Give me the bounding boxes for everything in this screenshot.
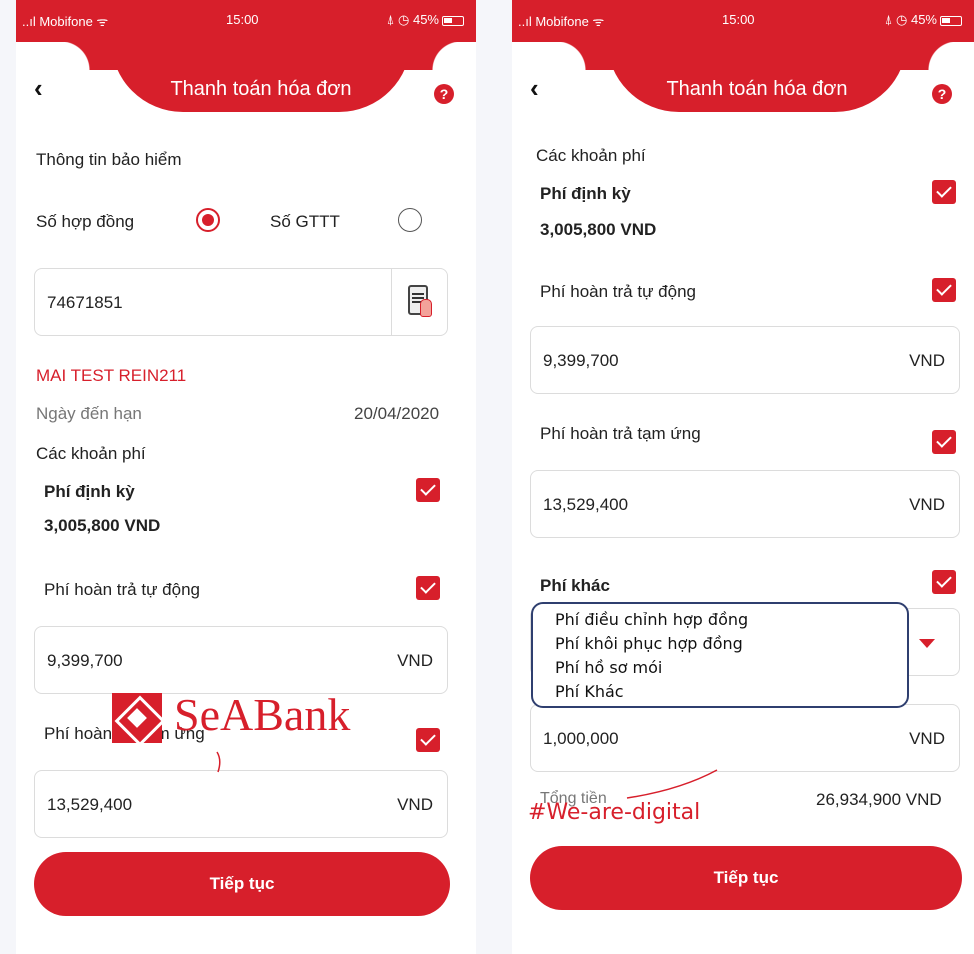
help-icon[interactable]: ? [434, 84, 454, 104]
other-fee-checkbox[interactable] [932, 570, 956, 594]
auto-refund-value: 9,399,700 [47, 651, 123, 670]
scan-contract-icon[interactable] [391, 269, 447, 335]
battery-icon [442, 15, 464, 26]
chevron-down-icon[interactable] [919, 639, 935, 648]
total-value: 26,934,900 VND [816, 790, 942, 809]
radio-gttt-label: Số GTTT [270, 212, 340, 231]
section-title: Thông tin bảo hiểm [36, 150, 182, 169]
currency-label: VND [909, 495, 945, 514]
option-contract-restore[interactable]: Phí khôi phục hợp đồng [555, 634, 743, 653]
advance-refund-value: 13,529,400 [543, 495, 629, 514]
phone-screen-left: ..ıl Mobifone ᯤ 15:00 ⍋ ◷ 45% Thanh toán… [16, 0, 476, 954]
contract-number-value: 74671851 [47, 293, 123, 312]
periodic-fee-label: Phí định kỳ [540, 184, 631, 203]
currency-label: VND [909, 729, 945, 748]
advance-refund-field[interactable]: 13,529,400 VND [34, 770, 448, 838]
page-title: Thanh toán hóa đơn [61, 40, 461, 112]
auto-refund-checkbox[interactable] [416, 576, 440, 600]
carrier-label: ..ıl Mobifone ᯤ [22, 14, 109, 29]
radio-contract-label: Số hợp đồng [36, 212, 135, 231]
advance-refund-checkbox[interactable] [416, 728, 440, 752]
other-fee-options-list: Phí điều chỉnh hợp đồng Phí khôi phục hợ… [531, 602, 909, 708]
option-new-file[interactable]: Phí hồ sơ mói [555, 658, 662, 677]
auto-refund-field[interactable]: 9,399,700 VND [530, 326, 960, 394]
radio-contract[interactable] [196, 208, 220, 232]
periodic-fee-value: 3,005,800 VND [540, 220, 657, 239]
carrier-label: ..ıl Mobifone ᯤ [518, 14, 605, 29]
due-date-label: Ngày đến hạn [36, 404, 142, 423]
auto-refund-value: 9,399,700 [543, 351, 619, 370]
seabank-wordmark: SeABank [174, 689, 351, 740]
advance-refund-checkbox[interactable] [932, 430, 956, 454]
battery-percent: ⍋ ◷ 45% [884, 12, 937, 27]
status-bar: ..ıl Mobifone ᯤ 15:00 ⍋ ◷ 45% [16, 0, 476, 42]
auto-refund-checkbox[interactable] [932, 278, 956, 302]
customer-name: MAI TEST REIN211 [36, 366, 187, 385]
seabank-logo: SeABank [112, 688, 382, 748]
back-button[interactable]: ‹ [530, 75, 554, 102]
page-title: Thanh toán hóa đơn [557, 40, 957, 112]
continue-button[interactable]: Tiếp tục [34, 852, 450, 916]
auto-refund-label: Phí hoàn trả tự động [540, 282, 696, 301]
currency-label: VND [397, 795, 433, 814]
periodic-fee-checkbox[interactable] [416, 478, 440, 502]
auto-refund-label: Phí hoàn trả tự động [44, 580, 200, 599]
other-fee-amount-field[interactable]: 1,000,000 VND [530, 704, 960, 772]
fees-label: Các khoản phí [536, 146, 646, 165]
status-icons: ⍋ ◷ 45% [885, 12, 962, 28]
other-fee-value: 1,000,000 [543, 729, 619, 748]
continue-button[interactable]: Tiếp tục [530, 846, 962, 910]
status-bar: ..ıl Mobifone ᯤ 15:00 ⍋ ◷ 45% [512, 0, 974, 42]
option-contract-adjustment[interactable]: Phí điều chỉnh hợp đồng [555, 610, 748, 629]
periodic-fee-value: 3,005,800 VND [44, 516, 161, 535]
back-button[interactable]: ‹ [34, 75, 58, 102]
radio-gttt[interactable] [398, 208, 422, 232]
advance-refund-value: 13,529,400 [47, 795, 133, 814]
help-icon[interactable]: ? [932, 84, 952, 104]
clock: 15:00 [722, 12, 755, 27]
periodic-fee-checkbox[interactable] [932, 180, 956, 204]
due-date-value: 20/04/2020 [354, 404, 440, 423]
option-other-fee[interactable]: Phí Khác [555, 682, 624, 701]
fees-label: Các khoản phí [36, 444, 146, 463]
clock: 15:00 [226, 12, 259, 27]
other-fee-label: Phí khác [540, 576, 610, 595]
periodic-fee-label: Phí định kỳ [44, 482, 135, 501]
advance-refund-label: Phí hoàn trả tạm ứng [540, 424, 701, 443]
battery-icon [940, 15, 962, 26]
hashtag-text: #We-are-digital [528, 800, 701, 825]
currency-label: VND [397, 651, 433, 670]
currency-label: VND [909, 351, 945, 370]
advance-refund-field[interactable]: 13,529,400 VND [530, 470, 960, 538]
hand-icon [420, 299, 432, 317]
seabank-mark-icon [112, 693, 162, 743]
battery-percent: ⍋ ◷ 45% [386, 12, 439, 27]
status-icons: ⍋ ◷ 45% [387, 12, 464, 28]
auto-refund-field[interactable]: 9,399,700 VND [34, 626, 448, 694]
contract-number-field[interactable]: 74671851 [34, 268, 448, 336]
